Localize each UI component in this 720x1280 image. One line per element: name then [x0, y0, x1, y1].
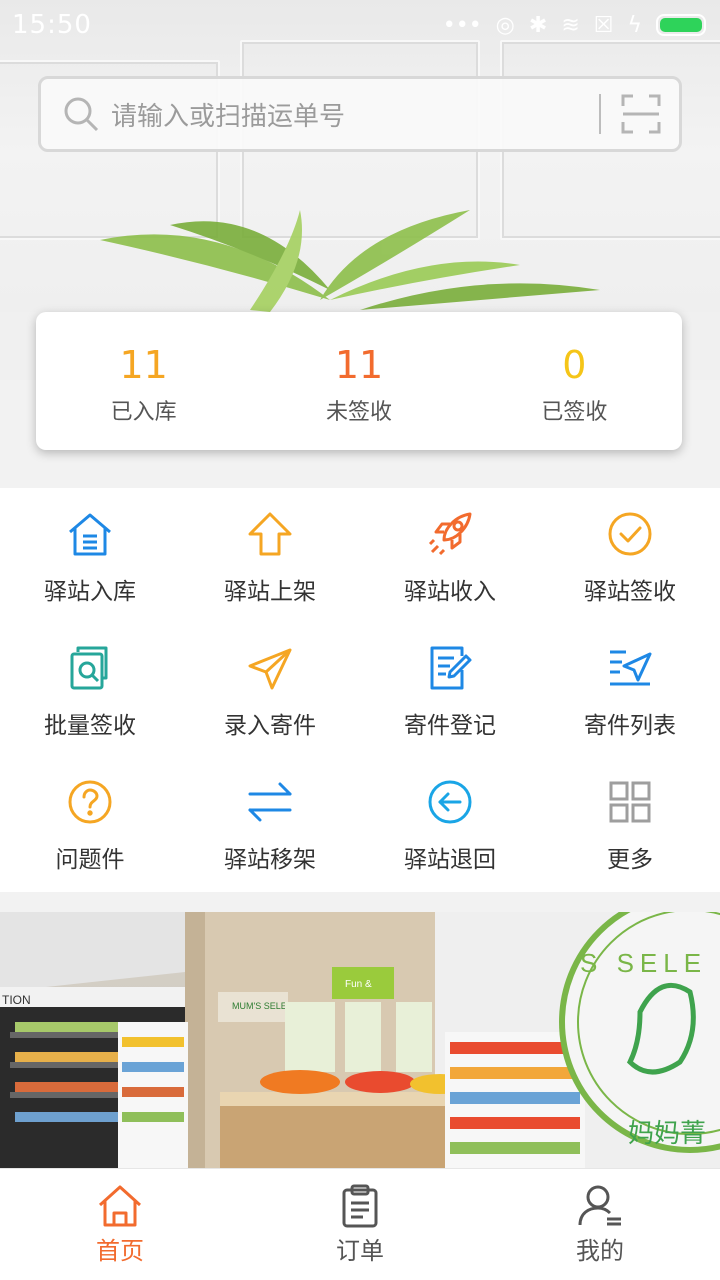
nav-item-home[interactable]: 首页 — [0, 1169, 240, 1280]
user-icon — [578, 1185, 621, 1226]
grid-item-label: 驿站移架 — [224, 847, 316, 873]
stats-card: 11 已入库 11 未签收 0 已签收 — [36, 312, 682, 450]
question-circle-icon — [68, 780, 112, 824]
grid-item-batch-sign[interactable]: 批量签收 — [0, 622, 180, 756]
bottom-nav: 首页 订单 我的 — [0, 1168, 720, 1280]
grid-item-station-shelve[interactable]: 驿站上架 — [180, 488, 360, 622]
stat-value: 11 — [119, 343, 168, 387]
grid-item-label: 寄件登记 — [404, 713, 496, 739]
nav-item-orders[interactable]: 订单 — [240, 1169, 480, 1280]
stat-stored[interactable]: 11 已入库 — [36, 312, 251, 450]
store-illustration: TION MUM'S SELECTION Fun & S SELE 妈妈菁 — [0, 912, 720, 1168]
grid-item-station-income[interactable]: 驿站收入 — [360, 488, 540, 622]
grid-item-label: 寄件列表 — [584, 713, 676, 739]
rocket-icon — [428, 512, 472, 556]
clipboard-icon — [342, 1184, 378, 1228]
grid-item-enter-shipment[interactable]: 录入寄件 — [180, 622, 360, 756]
check-circle-icon — [608, 512, 652, 556]
grid-item-label: 驿站收入 — [404, 579, 496, 605]
grid-item-label: 驿站退回 — [404, 847, 496, 873]
sim-off-icon: ☒ — [593, 12, 614, 38]
grid-item-more[interactable]: 更多 — [540, 756, 720, 892]
stat-label: 未签收 — [325, 400, 392, 425]
nav-item-profile[interactable]: 我的 — [480, 1169, 720, 1280]
more-dots-icon: ••• — [442, 12, 482, 38]
fun-sign-text: Fun & — [345, 979, 372, 990]
grid-item-label: 问题件 — [55, 847, 125, 873]
promo-banner[interactable]: TION MUM'S SELECTION Fun & S SELE 妈妈菁 — [0, 912, 720, 1168]
grid-item-label: 录入寄件 — [224, 713, 316, 739]
svg-text:TION: TION — [2, 993, 31, 1007]
grid-item-label: 驿站入库 — [44, 579, 136, 605]
bluetooth-icon: ✱ — [528, 12, 548, 38]
nav-item-label: 我的 — [576, 1237, 624, 1265]
search-divider — [599, 94, 601, 134]
search-input[interactable]: 请输入或扫描运单号 — [111, 96, 599, 133]
status-icons: ••• ◎ ✱ ≋ ☒ ϟ — [443, 13, 706, 38]
grid-more-icon — [609, 781, 651, 823]
stat-signed[interactable]: 0 已签收 — [467, 312, 682, 450]
stat-unsigned[interactable]: 11 未签收 — [251, 312, 466, 450]
edit-doc-icon — [430, 646, 472, 690]
wifi-icon: ≋ — [561, 12, 580, 38]
stat-label: 已入库 — [110, 400, 177, 425]
grid-item-label: 更多 — [607, 847, 653, 873]
grid-item-station-move[interactable]: 驿站移架 — [180, 756, 360, 892]
send-list-icon — [610, 650, 652, 686]
search-bar[interactable]: 请输入或扫描运单号 — [38, 76, 682, 152]
grid-item-shipment-register[interactable]: 寄件登记 — [360, 622, 540, 756]
scan-icon[interactable] — [621, 94, 661, 134]
swap-arrows-icon — [248, 782, 292, 822]
grid-item-problem-items[interactable]: 问题件 — [0, 756, 180, 892]
grid-item-label: 驿站上架 — [224, 579, 316, 605]
warehouse-icon — [69, 513, 111, 556]
paper-plane-icon — [248, 648, 292, 690]
arrow-up-icon — [248, 512, 292, 556]
battery-icon — [656, 14, 706, 36]
location-icon: ◎ — [495, 12, 515, 38]
stat-label: 已签收 — [541, 400, 608, 425]
status-bar: 15:50 ••• ◎ ✱ ≋ ☒ ϟ — [0, 0, 720, 50]
grid-item-station-sign[interactable]: 驿站签收 — [540, 488, 720, 622]
nav-item-label: 首页 — [96, 1237, 144, 1265]
stat-value: 11 — [334, 343, 384, 387]
function-grid: 驿站入库 驿站上架 驿站收入 驿站签收 批量签收 录入寄件 寄件登记 寄件列表 … — [0, 488, 720, 892]
grid-item-label: 批量签收 — [44, 713, 136, 739]
stat-value: 0 — [562, 343, 587, 387]
return-circle-icon — [428, 780, 472, 824]
home-icon — [98, 1185, 142, 1227]
seal-chinese-text: 妈妈菁 — [628, 1118, 706, 1148]
grid-item-label: 驿站签收 — [584, 579, 676, 605]
charging-icon: ϟ — [627, 12, 642, 38]
status-time: 15:50 — [12, 10, 92, 40]
search-icon — [51, 79, 111, 149]
doc-search-icon — [70, 646, 108, 690]
nav-item-label: 订单 — [336, 1237, 384, 1265]
grid-item-shipment-list[interactable]: 寄件列表 — [540, 622, 720, 756]
seal-text: S SELE — [580, 948, 707, 978]
grid-item-station-inbound[interactable]: 驿站入库 — [0, 488, 180, 622]
grid-item-station-return[interactable]: 驿站退回 — [360, 756, 540, 892]
